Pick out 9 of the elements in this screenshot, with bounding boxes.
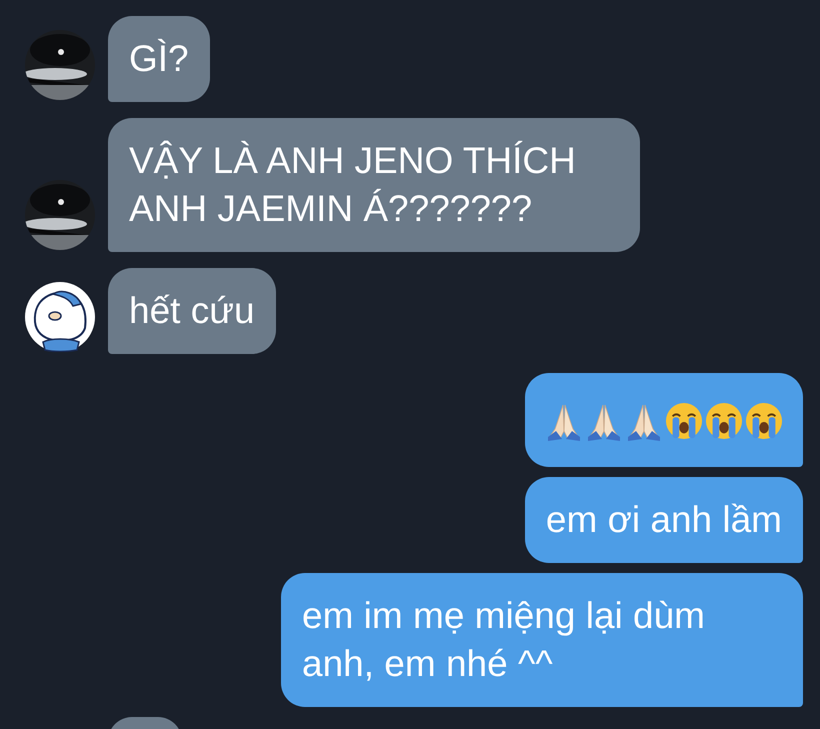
message-bubble: em ơi anh lầm bbox=[524, 477, 803, 563]
crying-face-icon bbox=[705, 401, 743, 441]
message-bubble: GÌ? bbox=[108, 16, 210, 102]
message-bubble: em im mẹ miệng lại dùm anh, em nhé ^^ bbox=[281, 573, 803, 707]
cartoon-avatar-icon bbox=[25, 282, 95, 352]
message-bubble: hết cứu bbox=[108, 268, 276, 354]
crying-face-icon bbox=[745, 401, 783, 441]
message-bubble: VẬY LÀ ANH JENO THÍCH ANH JAEMIN Á??????? bbox=[108, 118, 640, 252]
crying-face-icon bbox=[665, 401, 703, 441]
